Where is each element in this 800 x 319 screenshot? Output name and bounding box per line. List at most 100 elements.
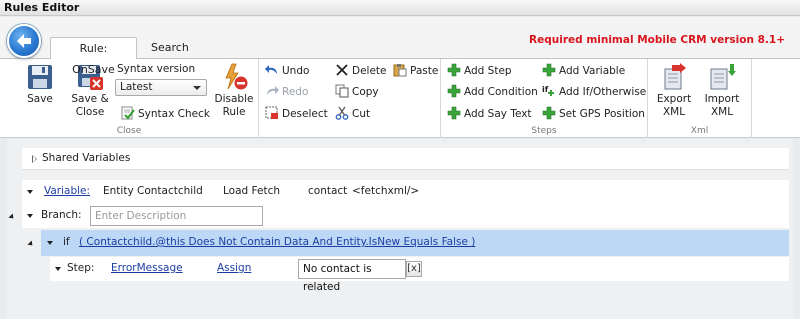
paste-label: Paste bbox=[410, 65, 439, 77]
delete-icon bbox=[336, 64, 348, 76]
variable-load-type: Load Fetch bbox=[223, 185, 280, 197]
rule-editor-content: Shared Variables Variable: Entity Contac… bbox=[7, 139, 793, 319]
shared-variables-section[interactable]: Shared Variables bbox=[22, 148, 789, 170]
disable-rule-button[interactable]: Disable Rule bbox=[214, 63, 254, 119]
cut-button[interactable]: Cut bbox=[335, 106, 370, 122]
cut-label: Cut bbox=[352, 108, 371, 120]
collapse-arrow-icon[interactable] bbox=[27, 190, 33, 194]
collapse-arrow-icon[interactable] bbox=[47, 241, 53, 245]
syntax-version-label: Syntax version bbox=[117, 63, 196, 75]
deselect-button[interactable]: Deselect bbox=[265, 106, 328, 122]
plus-icon bbox=[447, 84, 461, 98]
collapse-arrow-icon[interactable] bbox=[27, 214, 33, 218]
disable-rule-label-1: Disable bbox=[214, 93, 254, 105]
plus-icon bbox=[542, 63, 556, 77]
ribbon-group-steps: Add Step Add Condition Add Say Text Add … bbox=[441, 59, 648, 138]
back-button[interactable] bbox=[7, 24, 41, 58]
add-if-otherwise-label: Add If/Otherwise bbox=[559, 86, 647, 98]
add-if-otherwise-button[interactable]: if Add If/Otherwise bbox=[542, 84, 646, 100]
disable-rule-label-2: Rule bbox=[222, 106, 246, 118]
export-label-2: XML bbox=[662, 106, 686, 118]
window-title: Rules Editor bbox=[4, 1, 80, 14]
variable-entity-label: Entity bbox=[103, 185, 134, 197]
copy-button[interactable]: Copy bbox=[335, 84, 379, 100]
xml-group-label: Xml bbox=[690, 126, 709, 136]
plus-icon bbox=[447, 106, 461, 120]
undo-button[interactable]: Undo bbox=[265, 63, 309, 79]
save-close-label-1: Save & bbox=[71, 93, 109, 105]
steps-group-label: Steps bbox=[531, 126, 557, 136]
branch-label: Branch: bbox=[41, 209, 82, 221]
scissors-icon bbox=[335, 106, 349, 120]
syntax-check-label: Syntax Check bbox=[138, 108, 210, 120]
step-label: Step: bbox=[67, 262, 95, 274]
variable-value: <fetchxml/> bbox=[352, 185, 420, 197]
syntax-check-button[interactable]: Syntax Check bbox=[121, 106, 210, 122]
variable-entity-name: Contactchild bbox=[137, 185, 203, 197]
import-xml-icon bbox=[710, 64, 736, 90]
redo-icon bbox=[267, 86, 279, 95]
step-action-link[interactable]: Assign bbox=[217, 262, 251, 274]
if-condition-link[interactable]: ( Contactchild.@this Does Not Contain Da… bbox=[79, 236, 475, 248]
add-say-text-button[interactable]: Add Say Text bbox=[447, 106, 532, 122]
plus-icon bbox=[542, 106, 556, 120]
save-button[interactable]: Save bbox=[24, 63, 56, 106]
redo-button[interactable]: Redo bbox=[265, 84, 308, 100]
redo-label: Redo bbox=[282, 86, 309, 98]
branch-row[interactable]: Branch: Enter Description bbox=[22, 204, 789, 228]
clipboard-icon bbox=[393, 64, 407, 77]
copy-label: Copy bbox=[352, 86, 379, 98]
syntax-version-select[interactable]: Latest bbox=[115, 79, 207, 96]
variable-row[interactable]: Variable: Entity Contactchild Load Fetch… bbox=[22, 180, 789, 204]
ribbon-group-xml: Export XML Import XML Xml bbox=[648, 59, 752, 138]
import-xml-button[interactable]: Import XML bbox=[704, 63, 740, 119]
variable-target: contact bbox=[308, 185, 348, 197]
save-close-label-2: Close bbox=[75, 106, 105, 118]
export-xml-button[interactable]: Export XML bbox=[656, 63, 692, 119]
add-variable-label: Add Variable bbox=[559, 65, 626, 77]
variable-link[interactable]: Variable: bbox=[44, 185, 90, 197]
delete-button[interactable]: Delete bbox=[335, 63, 387, 79]
if-keyword: if bbox=[63, 236, 70, 248]
import-label-2: XML bbox=[710, 106, 734, 118]
step-row[interactable]: Step: ErrorMessage Assign No contact is … bbox=[50, 257, 789, 293]
if-outer-arrow-icon[interactable] bbox=[27, 240, 35, 248]
add-condition-button[interactable]: Add Condition bbox=[447, 84, 538, 100]
export-label-1: Export bbox=[656, 93, 692, 105]
close-group-label: Close bbox=[116, 126, 142, 136]
add-step-label: Add Step bbox=[464, 65, 512, 77]
tab-search[interactable]: Search bbox=[143, 37, 197, 59]
ribbon-toolbar: Save Save & Close Syntax version Latest … bbox=[0, 58, 800, 138]
clear-value-button[interactable]: [x] bbox=[406, 261, 422, 277]
floppy-disk-icon bbox=[28, 65, 52, 89]
svg-text:if: if bbox=[542, 85, 549, 94]
if-condition-row[interactable]: if ( Contactchild.@this Does Not Contain… bbox=[41, 230, 789, 256]
window-titlebar: Rules Editor bbox=[0, 0, 800, 16]
set-gps-position-button[interactable]: Set GPS Position bbox=[542, 106, 645, 122]
deselect-label: Deselect bbox=[282, 108, 328, 120]
if-plus-icon: if bbox=[542, 85, 554, 96]
step-name-link[interactable]: ErrorMessage bbox=[111, 262, 183, 274]
undo-label: Undo bbox=[282, 65, 310, 77]
save-label: Save bbox=[27, 93, 53, 105]
import-label-1: Import bbox=[704, 93, 740, 105]
branch-description-input[interactable]: Enter Description bbox=[90, 206, 263, 226]
delete-label: Delete bbox=[352, 65, 387, 77]
collapse-arrow-icon[interactable] bbox=[55, 267, 61, 271]
step-value-input[interactable]: No contact is related bbox=[298, 259, 406, 293]
ribbon-group-edit: Undo Redo Deselect Delete Copy Cut Paste bbox=[259, 59, 441, 138]
tab-rule-onsave[interactable]: Rule: OnSave bbox=[50, 37, 137, 76]
copy-icon bbox=[335, 84, 349, 98]
add-variable-button[interactable]: Add Variable bbox=[542, 63, 625, 79]
shared-variables-label: Shared Variables bbox=[42, 152, 131, 164]
plus-icon bbox=[447, 63, 461, 77]
undo-icon bbox=[265, 65, 277, 74]
ribbon-group-close: Save Save & Close Syntax version Latest … bbox=[0, 59, 259, 138]
syntax-version-value: Latest bbox=[120, 81, 153, 93]
add-say-text-label: Add Say Text bbox=[464, 108, 532, 120]
paste-button[interactable]: Paste bbox=[393, 63, 438, 79]
add-step-button[interactable]: Add Step bbox=[447, 63, 512, 79]
set-gps-position-label: Set GPS Position bbox=[559, 108, 645, 120]
add-condition-label: Add Condition bbox=[464, 86, 538, 98]
branch-outer-arrow-icon[interactable] bbox=[8, 213, 16, 221]
